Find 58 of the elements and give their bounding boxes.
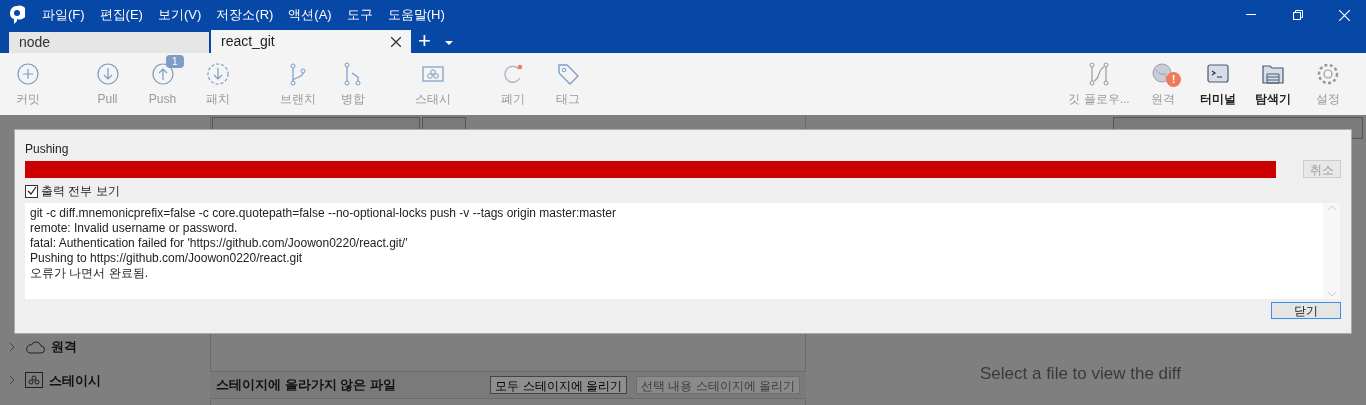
folder-icon bbox=[1260, 62, 1285, 86]
output-line: git -c diff.mnemonicprefix=false -c core.quotepath=false --no-optional-locks push -v --tags origin master:master bbox=[30, 206, 618, 221]
toolbar-button[interactable]: 원격 ! bbox=[1135, 55, 1190, 108]
cancel-button[interactable]: 취소 bbox=[1303, 160, 1341, 178]
alert-badge: ! bbox=[1166, 72, 1181, 87]
close-button[interactable]: 닫기 bbox=[1271, 302, 1341, 319]
toolbar-button[interactable]: 브랜치 bbox=[270, 55, 325, 108]
menu-item[interactable]: 도움말(H) bbox=[387, 5, 445, 25]
menu-item[interactable]: 저장소(R) bbox=[216, 5, 274, 25]
terminal-icon bbox=[1205, 62, 1230, 86]
stash-box-icon bbox=[25, 372, 43, 389]
dropdown-caret-icon[interactable] bbox=[444, 41, 453, 45]
cloud-icon bbox=[25, 339, 45, 354]
output-line: 오류가 나면서 완료됨. bbox=[30, 266, 149, 281]
restore-icon[interactable] bbox=[1293, 10, 1303, 20]
checkbox-label: 출력 전부 보기 bbox=[41, 183, 120, 200]
toolbar-button[interactable]: 깃 플로우... bbox=[1063, 55, 1135, 108]
dialog-title: Pushing bbox=[25, 141, 70, 156]
flow-icon bbox=[1087, 62, 1111, 86]
tab[interactable]: node bbox=[9, 32, 209, 53]
settings-icon bbox=[1315, 62, 1340, 86]
toolbar-button[interactable]: 스태시 bbox=[405, 55, 460, 108]
new-tab-button[interactable]: + bbox=[418, 30, 431, 53]
output-line: Pushing to https://github.com/Joowon0220/react.git bbox=[30, 251, 304, 266]
menu-item[interactable]: 보기(V) bbox=[157, 5, 202, 25]
diff-placeholder-text: Select a file to view the diff bbox=[980, 363, 1181, 385]
sidebar-item[interactable]: 원격 bbox=[51, 337, 77, 357]
chevron-icon[interactable] bbox=[10, 342, 15, 351]
menu-item[interactable]: 파일(F) bbox=[42, 5, 85, 25]
toolbar-button[interactable]: 설정 bbox=[1300, 55, 1355, 108]
toolbar-button[interactable]: 태그 bbox=[540, 55, 595, 108]
checkbox[interactable] bbox=[25, 184, 38, 198]
close-tab-icon[interactable] bbox=[391, 36, 401, 47]
app-logo-icon bbox=[9, 5, 25, 25]
toolbar-button[interactable]: 커밋 bbox=[0, 55, 55, 108]
chevron-icon[interactable] bbox=[10, 376, 15, 385]
output-line: fatal: Authentication failed for 'https://github.com/Joowon0220/react.git/' bbox=[30, 236, 409, 251]
count-badge: 1 bbox=[166, 55, 184, 68]
unstaged-files-title: 스테이지에 올라가지 않은 파일 bbox=[216, 376, 396, 395]
toolbar-button[interactable]: 탐색기 bbox=[1245, 55, 1300, 108]
down-arrow-circle-icon bbox=[95, 62, 120, 86]
toolbar-button[interactable]: Pull bbox=[80, 55, 135, 108]
output-line: remote: Invalid username or password. bbox=[30, 221, 239, 236]
menu-item[interactable]: 도구 bbox=[346, 5, 373, 25]
tab[interactable]: react_git bbox=[211, 30, 411, 53]
tag-icon bbox=[555, 62, 580, 86]
menu-item[interactable]: 액션(A) bbox=[288, 5, 332, 25]
toolbar-button[interactable]: 터미널 bbox=[1190, 55, 1245, 108]
minimize-icon[interactable] bbox=[1246, 14, 1256, 16]
plus-circle-icon bbox=[15, 62, 40, 86]
toolbar-button[interactable]: 폐기 bbox=[485, 55, 540, 108]
toolbar-button[interactable]: 병합 bbox=[325, 55, 380, 108]
menu-item[interactable]: 편집(E) bbox=[99, 5, 143, 25]
stage-button[interactable]: 모두 스테이지에 올리기 bbox=[490, 376, 627, 394]
toolbar-button[interactable]: 패치 bbox=[190, 55, 245, 108]
sidebar-item[interactable]: 스테이시 bbox=[49, 370, 101, 390]
close-icon[interactable] bbox=[1339, 9, 1350, 21]
toolbar-button[interactable]: Push 1 bbox=[135, 55, 190, 108]
